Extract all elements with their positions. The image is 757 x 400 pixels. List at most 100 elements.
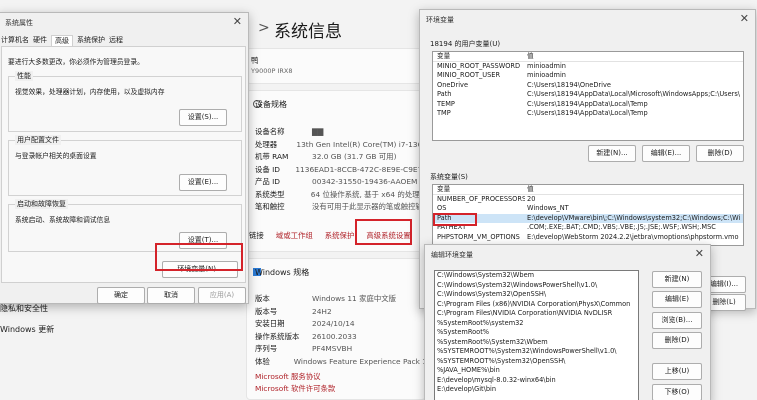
table-row[interactable]: PATHEXT .COM;.EXE;.BAT;.CMD;.VBS;.VBE;.JS…: [433, 223, 743, 233]
performance-label: 性能: [15, 71, 33, 81]
list-item[interactable]: %SystemRoot%\system32: [435, 319, 638, 329]
apply-button[interactable]: 应用(A): [198, 287, 246, 304]
sysprops-titlebar: 系统属性: [5, 19, 33, 27]
user-delete-button[interactable]: 删除(D): [696, 145, 744, 162]
path-edit-button[interactable]: 编辑(E): [652, 291, 702, 308]
list-item[interactable]: C:\Program Files (x86)\NVIDIA Corporatio…: [435, 300, 638, 310]
list-item[interactable]: C:\Program Files\NVIDIA Corporation\NVID…: [435, 309, 638, 319]
table-row[interactable]: Path C:\Users\18194\AppData\Local\Microso…: [433, 90, 743, 100]
tab-computer-name[interactable]: 计算机名: [1, 35, 29, 46]
path-move-down-button[interactable]: 下移(O): [652, 384, 702, 400]
win-spec-row: 操作系统版本 26100.2033: [255, 331, 357, 341]
win-spec-row: 体验 Windows Feature Experience Pack 1: [255, 356, 427, 366]
user-edit-button[interactable]: 编辑(E)...: [642, 145, 690, 162]
system-properties-dialog: 系统属性 ✕ 计算机名 硬件 高级 系统保护 远程 要进行大多数更改，你必须作为…: [0, 12, 249, 304]
spec-row: 设备 ID 1136EAD1-8CCB-472C-8E9E-C9E75: [255, 164, 427, 174]
list-item[interactable]: %SystemRoot%: [435, 328, 638, 338]
list-item[interactable]: %SYSTEMROOT%\System32\OpenSSH\: [435, 357, 638, 367]
close-icon[interactable]: ✕: [740, 12, 749, 25]
path-new-button[interactable]: 新建(N): [652, 271, 702, 288]
nav-windows-update[interactable]: Windows 更新: [0, 324, 54, 335]
startup-recovery-label: 启动和故障恢复: [15, 199, 68, 209]
user-profile-desc: 与登录帐户相关的桌面设置: [15, 152, 97, 160]
advanced-settings-highlight: [355, 219, 412, 245]
user-vars-label: 18194 的用户变量(U): [430, 40, 501, 48]
device-card: 鸭 Y9000P IRX8: [246, 48, 426, 84]
spec-list: 设备名称 ▇▇ 处理器 13th Gen Intel(R) Core(TM) i7-…: [255, 126, 427, 214]
table-row[interactable]: MINIO_ROOT_PASSWORD minioadmin: [433, 62, 743, 72]
table-row[interactable]: TMP C:\Users\18194\AppData\Local\Temp: [433, 109, 743, 119]
system-vars-table[interactable]: 变量值 NUMBER_OF_PROCESSORS 20 OS Windows_NT …: [432, 184, 744, 246]
admin-note: 要进行大多数更改，你必须作为管理员登录。: [8, 58, 144, 66]
edit-env-var-dialog: 编辑环境变量 ✕ C:\Windows\System32\Wbem C:\Win…: [424, 244, 711, 400]
spec-row: 机带 RAM 32.0 GB (31.7 GB 可用): [255, 152, 397, 161]
link-link[interactable]: 链接: [249, 230, 264, 241]
performance-desc: 视觉效果，处理器计划，内存使用，以及虚拟内存: [15, 88, 165, 96]
spec-row: 产品 ID 00342-31550-19436-AAOEM: [255, 177, 418, 186]
win-spec-title: Windows 规格: [255, 268, 310, 277]
list-item[interactable]: %SystemRoot%\System32\Wbem: [435, 338, 638, 348]
spec-row: 系统类型 64 位操作系统, 基于 x64 的处理器: [255, 189, 427, 199]
list-item[interactable]: %JAVA_HOME%\bin: [435, 366, 638, 376]
page-title: 系统信息: [274, 22, 342, 42]
envvars-titlebar: 环境变量: [426, 16, 454, 24]
win-spec-row: 序列号 PF4MSVBH: [255, 344, 353, 353]
ms-service-agreement-link[interactable]: Microsoft 服务协议: [255, 371, 321, 382]
ms-license-terms-link[interactable]: Microsoft 软件许可条款: [255, 383, 335, 394]
win-spec-list: 版本 Windows 11 家庭中文版 版本号 24H2 安装日期 2024/10/1…: [255, 293, 427, 368]
win-spec-row: 安装日期 2024/10/14: [255, 319, 355, 328]
table-row[interactable]: OneDrive C:\Users\18194\OneDrive: [433, 81, 743, 91]
table-row[interactable]: TEMP C:\Users\18194\AppData\Local\Temp: [433, 100, 743, 110]
table-row[interactable]: OS Windows_NT: [433, 204, 743, 214]
close-icon[interactable]: ✕: [233, 15, 242, 28]
editenv-titlebar: 编辑环境变量: [431, 251, 473, 259]
win-spec-row: 版本 Windows 11 家庭中文版: [255, 294, 397, 303]
windows-spec-card: Windows 规格 版本 Windows 11 家庭中文版 版本号 24H2 安装…: [246, 258, 427, 400]
table-row[interactable]: NUMBER_OF_PROCESSORS 20: [433, 195, 743, 205]
list-item[interactable]: E:\develop\mysql-8.0.32-winx64\bin: [435, 376, 638, 386]
tab-hardware[interactable]: 硬件: [33, 35, 47, 46]
spec-title: 设备规格: [255, 100, 287, 109]
list-item[interactable]: C:\Windows\System32\WindowsPowerShell\v1…: [435, 281, 638, 291]
breadcrumb-arrow: >: [258, 20, 270, 36]
path-list[interactable]: C:\Windows\System32\Wbem C:\Windows\Syst…: [434, 270, 639, 400]
close-icon[interactable]: ✕: [695, 247, 704, 260]
system-protection-link[interactable]: 系统保护: [325, 230, 355, 241]
path-delete-button[interactable]: 删除(D): [652, 332, 702, 349]
spec-row: 处理器 13th Gen Intel(R) Core(TM) i7-1365: [255, 139, 427, 149]
sysprops-tabs: 计算机名 硬件 高级 系统保护 远程: [0, 35, 123, 46]
table-header: 变量值: [433, 52, 743, 62]
path-move-up-button[interactable]: 上移(U): [652, 363, 702, 380]
list-item[interactable]: C:\Windows\System32\Wbem: [435, 271, 638, 281]
user-vars-table[interactable]: 变量值 MINIO_ROOT_PASSWORD minioadmin MINIO_…: [432, 51, 744, 141]
list-item[interactable]: %SYSTEMROOT%\System32\WindowsPowerShell\…: [435, 347, 638, 357]
startup-recovery-desc: 系统启动、系统故障和调试信息: [15, 216, 111, 224]
tab-system-protection[interactable]: 系统保护: [77, 35, 105, 46]
table-row[interactable]: MINIO_ROOT_USER minioadmin: [433, 71, 743, 81]
win-spec-row: 版本号 24H2: [255, 306, 332, 316]
ok-button[interactable]: 确定: [97, 287, 145, 304]
list-item[interactable]: C:\Windows\System32\OpenSSH\: [435, 290, 638, 300]
spec-row: 设备名称 ▇▇: [255, 127, 324, 136]
user-profile-settings-button[interactable]: 设置(E)...: [179, 174, 227, 191]
table-row[interactable]: PHPSTORM_VM_OPTIONS E:\develop\WebStorm 2…: [433, 233, 743, 243]
user-profile-group: 用户配置文件 与登录帐户相关的桌面设置 设置(E)...: [8, 135, 242, 196]
performance-group: 性能 视觉效果，处理器计划，内存使用，以及虚拟内存 设置(S)...: [8, 71, 242, 132]
spec-row: 笔和触控 没有可用于此显示器的笔或触控输: [255, 202, 423, 211]
user-profile-label: 用户配置文件: [15, 135, 61, 145]
system-vars-label: 系统变量(S): [430, 173, 468, 181]
performance-settings-button[interactable]: 设置(S)...: [179, 109, 227, 126]
table-row-selected[interactable]: Path E:\develop\VMware\bin\;C:\Windows\sy…: [433, 213, 743, 223]
tab-advanced[interactable]: 高级: [51, 35, 73, 46]
device-name-partial: 鸭: [251, 56, 259, 65]
nav-privacy[interactable]: 隐私和安全性: [0, 303, 48, 314]
tab-remote[interactable]: 远程: [109, 35, 123, 46]
model-partial: Y9000P IRX8: [251, 67, 293, 75]
domain-workgroup-link[interactable]: 域或工作组: [276, 230, 313, 241]
user-new-button[interactable]: 新建(N)...: [588, 145, 636, 162]
list-item[interactable]: E:\develop\Git\bin: [435, 385, 638, 395]
path-row-highlight: [433, 213, 477, 226]
cancel-button[interactable]: 取消: [147, 287, 195, 304]
env-button-highlight: [155, 243, 243, 271]
path-browse-button[interactable]: 浏览(B)...: [652, 312, 702, 329]
